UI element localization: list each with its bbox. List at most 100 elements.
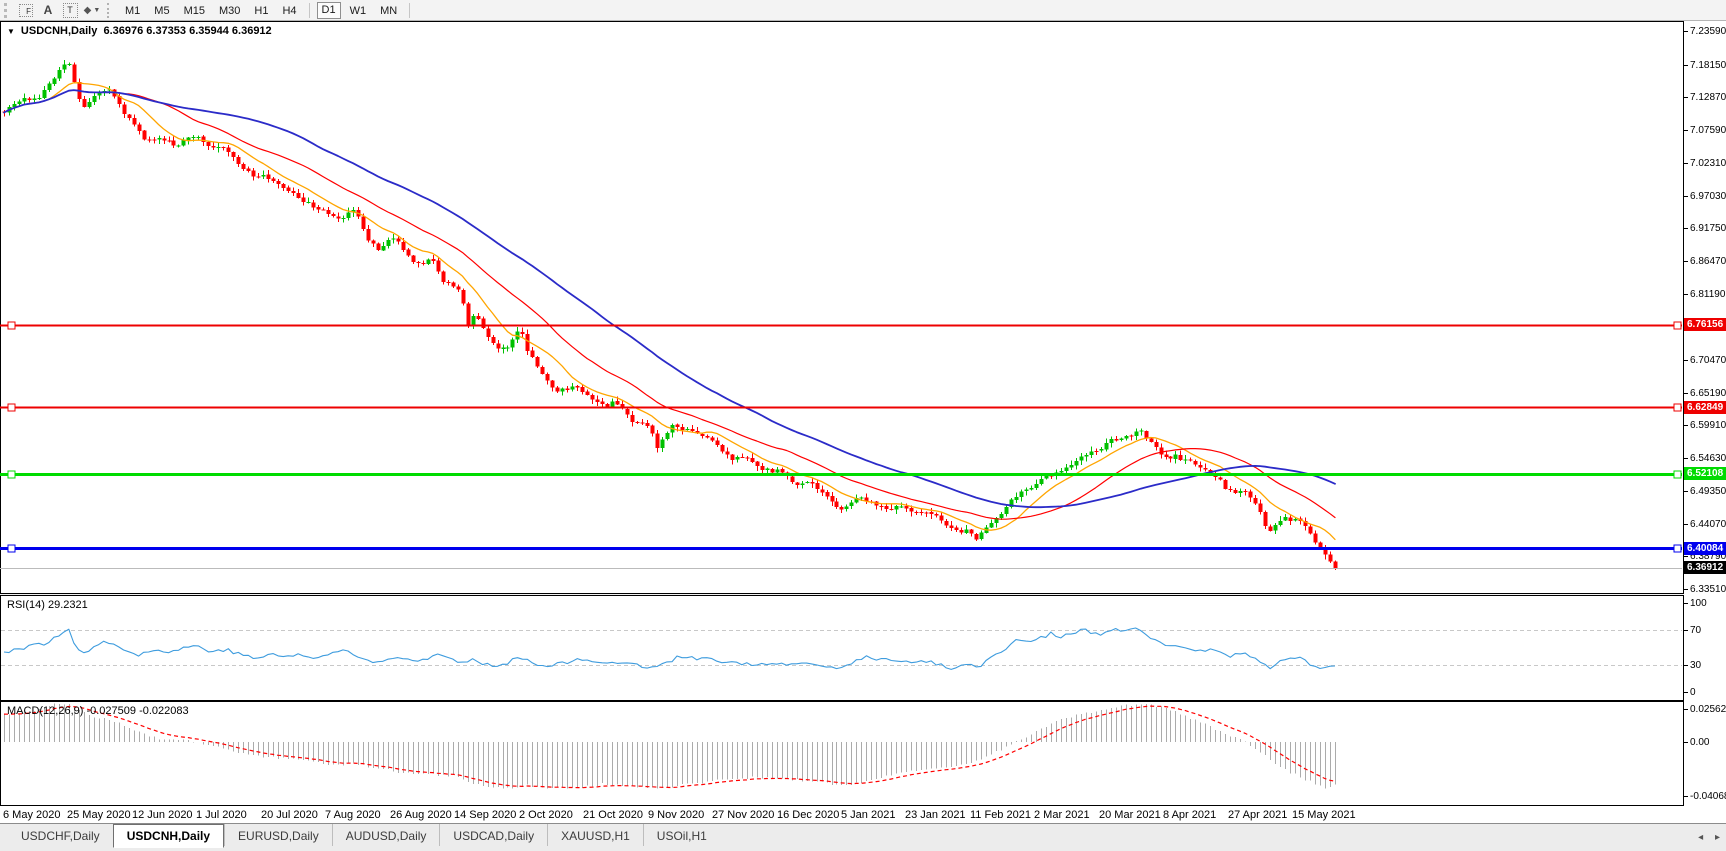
price-tick-label: 6.81190 (1690, 289, 1726, 300)
date-label: 23 Jan 2021 (905, 809, 966, 821)
date-label: 14 Sep 2020 (454, 809, 517, 821)
toolbar: F A T ◆ ▼ M1 M5 M15 M30 H1 H4 D1 W1 MN (0, 0, 1726, 21)
price-tick-dash (1684, 65, 1688, 66)
price-tick-label: 7.07590 (1690, 125, 1726, 136)
macd-tick-dash (1684, 709, 1688, 710)
macd-tick-label: 0.00 (1690, 737, 1710, 748)
text-tool-icon[interactable]: T (60, 2, 80, 19)
price-tick-label: 6.44070 (1690, 519, 1726, 530)
date-label: 27 Nov 2020 (712, 809, 775, 821)
date-label: 11 Feb 2021 (970, 809, 1031, 821)
price-tick-dash (1684, 196, 1688, 197)
rsi-tick-dash (1684, 692, 1688, 693)
timeframe-button-w1[interactable]: W1 (345, 2, 372, 19)
toolbar-handle[interactable] (107, 2, 112, 18)
dropdown-arrow-icon[interactable]: ▼ (93, 7, 100, 14)
chart-grid-icon[interactable]: F (16, 2, 36, 19)
date-label: 20 Mar 2021 (1099, 809, 1161, 821)
hline-price-label: 6.76156 (1684, 318, 1726, 331)
rsi-tick-label: 70 (1690, 625, 1702, 636)
letter-a-icon[interactable]: A (38, 2, 58, 19)
tab-scroll-left-icon[interactable]: ◂ (1698, 832, 1703, 843)
letter-a-icon-glyph: A (43, 3, 53, 17)
date-label: 9 Nov 2020 (648, 809, 705, 821)
date-label: 5 Jan 2021 (841, 809, 896, 821)
rsi-tick-label: 30 (1690, 660, 1702, 671)
tab-scroll-right-icon[interactable]: ▸ (1715, 832, 1720, 843)
price-tick-dash (1684, 294, 1688, 295)
price-tick-label: 6.65190 (1690, 388, 1726, 399)
collapse-arrow-icon[interactable]: ▼ (7, 27, 15, 36)
timeframe-button-m5[interactable]: M5 (149, 2, 174, 19)
chart-tab-bar: USDCHF,Daily USDCNH,Daily EURUSD,Daily AUDU… (0, 823, 1726, 851)
chart-tab-usdcnh-daily[interactable]: USDCNH,Daily (112, 824, 225, 848)
price-tick-dash (1684, 261, 1688, 262)
rsi-tick-label: 100 (1690, 598, 1707, 609)
price-tick-dash (1684, 228, 1688, 229)
timeframe-button-d1[interactable]: D1 (316, 1, 341, 19)
price-tick-label: 6.33510 (1690, 584, 1726, 595)
date-label: 16 Dec 2020 (777, 809, 840, 821)
macd-tick-dash (1684, 742, 1688, 743)
chart-tab-usdcad-daily[interactable]: USDCAD,Daily (439, 824, 547, 846)
chart-tab-xauusd-h1[interactable]: XAUUSD,H1 (547, 824, 643, 846)
date-label: 2 Mar 2021 (1034, 809, 1090, 821)
arrow-tool-icon-glyph: ◆ (83, 4, 92, 16)
date-label: 15 May 2021 (1292, 809, 1356, 821)
text-tool-icon-glyph: T (62, 2, 78, 18)
price-tick-label: 6.70470 (1690, 355, 1726, 366)
price-tick-label: 6.49350 (1690, 486, 1726, 497)
chart-symbol: USDCNH,Daily (20, 25, 98, 37)
date-label: 2 Oct 2020 (519, 809, 573, 821)
price-tick-dash (1684, 97, 1688, 98)
macd-tick-dash (1684, 796, 1688, 797)
terminal-window: F A T ◆ ▼ M1 M5 M15 M30 H1 H4 D1 W1 MN 6 May 2020 25 … (0, 0, 1726, 851)
macd-canvas[interactable] (0, 701, 1683, 806)
main-chart-canvas[interactable] (0, 21, 1683, 594)
date-label: 20 Jul 2020 (261, 809, 318, 821)
timeframe-button-m15[interactable]: M15 (179, 2, 210, 19)
price-tick-label: 6.54630 (1690, 453, 1726, 464)
timeframe-button-m30[interactable]: M30 (214, 2, 245, 19)
date-label: 7 Aug 2020 (325, 809, 381, 821)
timeframe-button-h1[interactable]: H1 (249, 2, 273, 19)
drawing-tools-group: F A T ◆ ▼ (15, 2, 103, 19)
price-tick-dash (1684, 393, 1688, 394)
price-tick-dash (1684, 31, 1688, 32)
date-axis: 6 May 2020 25 May 2020 12 Jun 2020 1 Jul 20… (0, 806, 1726, 823)
date-label: 8 Apr 2021 (1163, 809, 1217, 821)
rsi-canvas[interactable] (0, 595, 1683, 701)
price-tick-label: 6.59910 (1690, 420, 1726, 431)
date-label: 12 Jun 2020 (132, 809, 193, 821)
tab-list: USDCHF,Daily USDCNH,Daily EURUSD,Daily AUDU… (8, 824, 720, 848)
macd-tick-label: -0.040687 (1690, 791, 1726, 802)
date-label: 1 Jul 2020 (196, 809, 247, 821)
chart-ohlc: 6.36976 6.37353 6.35944 6.36912 (103, 25, 272, 37)
timeframe-group: M1 M5 M15 M30 H1 H4 D1 W1 MN (118, 1, 415, 19)
timeframe-button-h4[interactable]: H4 (277, 2, 301, 19)
price-tick-dash (1684, 130, 1688, 131)
rsi-tick-dash (1684, 603, 1688, 604)
current-price-label: 6.36912 (1684, 561, 1726, 574)
hline-price-label: 6.52108 (1684, 467, 1726, 480)
chart-tab-audusd-daily[interactable]: AUDUSD,Daily (331, 824, 440, 846)
macd-tick-label: 0.025623 (1690, 704, 1726, 715)
macd-label: MACD(12,26,9) -0.027509 -0.022083 (7, 705, 189, 717)
price-tick-label: 7.23590 (1690, 26, 1726, 37)
chart-tab-usoil-h1[interactable]: USOil,H1 (642, 824, 720, 846)
timeframe-button-mn[interactable]: MN (375, 2, 402, 19)
date-label: 21 Oct 2020 (583, 809, 643, 821)
chart-tab-eurusd-daily[interactable]: EURUSD,Daily (224, 824, 332, 846)
price-tick-label: 7.12870 (1690, 92, 1726, 103)
arrow-tool-icon[interactable]: ◆ ▼ (82, 2, 102, 19)
date-label: 6 May 2020 (3, 809, 61, 821)
price-tick-dash (1684, 458, 1688, 459)
toolbar-grip[interactable] (4, 2, 11, 18)
price-tick-label: 6.97030 (1690, 191, 1726, 202)
timeframe-button-m1[interactable]: M1 (120, 2, 145, 19)
date-label: 27 Apr 2021 (1228, 809, 1288, 821)
chart-title: ▼ USDCNH,Daily 6.36976 6.37353 6.35944 6.… (7, 25, 272, 37)
date-label: 25 May 2020 (67, 809, 131, 821)
chart-tab-usdchf-daily[interactable]: USDCHF,Daily (8, 824, 113, 846)
toolbar-separator (409, 2, 411, 18)
